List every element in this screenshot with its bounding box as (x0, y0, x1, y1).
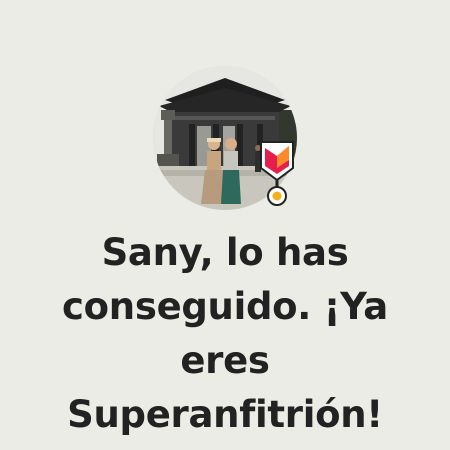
avatar-container (153, 66, 297, 210)
superhost-medal-icon (260, 141, 294, 206)
congratulations-headline: Sany, lo has conseguido. ¡Ya eres Supera… (62, 231, 388, 436)
superhost-badge (257, 138, 297, 208)
